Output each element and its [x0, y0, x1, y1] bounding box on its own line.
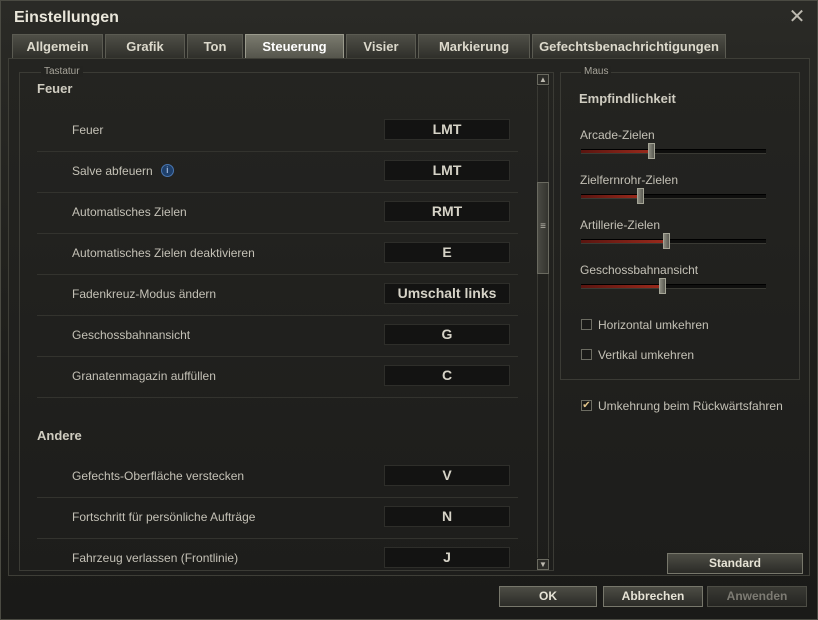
keybind-button[interactable]: V [384, 465, 510, 486]
checkbox-label: Horizontal umkehren [598, 318, 709, 332]
checkbox-label: Umkehrung beim Rückwärtsfahren [598, 399, 783, 413]
checkbox-horizontal[interactable] [581, 319, 592, 331]
keybind-row: Granatenmagazin auffüllen C [37, 358, 518, 398]
slider-trajectory[interactable] [581, 278, 766, 294]
scrollbar-track[interactable] [537, 86, 549, 558]
section-title-andere: Andere [37, 428, 82, 443]
keybind-label: Automatisches Zielen [72, 205, 187, 219]
keybind-label: Geschossbahnansicht [72, 328, 191, 342]
window-title: Einstellungen [14, 9, 119, 26]
slider-label-sniper: Zielfernrohr-Zielen [580, 173, 679, 187]
slider-fill [581, 150, 652, 153]
tab-ton[interactable]: Ton [187, 34, 243, 58]
keybind-label: Granatenmagazin auffüllen [72, 369, 216, 383]
keybind-button[interactable]: Umschalt links [384, 283, 510, 304]
close-icon[interactable]: ✕ [788, 7, 806, 27]
slider-arcade[interactable] [581, 143, 766, 159]
tab-markierung[interactable]: Markierung [418, 34, 530, 58]
mouse-legend: Maus [581, 66, 612, 77]
keybind-button[interactable]: N [384, 506, 510, 527]
slider-handle[interactable] [637, 188, 645, 204]
keybind-button[interactable]: G [384, 324, 510, 345]
checkbox-row-reverse[interactable]: ✔ Umkehrung beim Rückwärtsfahren [581, 399, 783, 413]
section-title-feuer: Feuer [37, 81, 73, 96]
keybind-label: Fahrzeug verlassen (Frontlinie) [72, 551, 239, 565]
slider-label-artillery: Artillerie-Zielen [580, 218, 661, 232]
scrollbar-thumb[interactable]: ≡ [537, 182, 549, 274]
ok-button[interactable]: OK [499, 586, 597, 607]
keybind-row: Automatisches Zielen RMT [37, 194, 518, 234]
keybind-button[interactable]: LMT [384, 119, 510, 140]
checkbox-vertical[interactable] [581, 349, 592, 361]
keybind-button[interactable]: C [384, 365, 510, 386]
keybind-row: Feuer LMT [37, 112, 518, 152]
keybind-button[interactable]: J [384, 547, 510, 568]
keybind-label: Automatisches Zielen deaktivieren [72, 246, 255, 260]
keybind-row: Automatisches Zielen deaktivieren E [37, 235, 518, 275]
slider-handle[interactable] [659, 278, 667, 294]
keybind-row: Fortschritt für persönliche Aufträge N [37, 499, 518, 539]
keybind-label: Fadenkreuz-Modus ändern [72, 287, 217, 301]
sensitivity-title: Empfindlichkeit [579, 91, 676, 106]
standard-button[interactable]: Standard [667, 553, 803, 574]
info-icon[interactable]: i [160, 164, 174, 178]
checkbox-row-vertical[interactable]: Vertikal umkehren [581, 348, 694, 362]
tab-gefechtsbenachrichtigungen[interactable]: Gefechtsbenachrichtigungen [532, 34, 726, 58]
keybind-button[interactable]: LMT [384, 160, 510, 181]
scroll-down-arrow-icon[interactable]: ▼ [537, 559, 549, 570]
tab-allgemein[interactable]: Allgemein [12, 34, 103, 58]
keybind-button[interactable]: E [384, 242, 510, 263]
keybind-label: Fortschritt für persönliche Aufträge [72, 510, 256, 524]
cancel-button[interactable]: Abbrechen [603, 586, 703, 607]
keybind-label: Gefechts-Oberfläche verstecken [72, 469, 245, 483]
tab-grafik[interactable]: Grafik [105, 34, 185, 58]
tab-visier[interactable]: Visier [346, 34, 416, 58]
keybind-button[interactable]: RMT [384, 201, 510, 222]
slider-handle[interactable] [648, 143, 656, 159]
keybind-row: Gefechts-Oberfläche verstecken V [37, 458, 518, 498]
slider-label-trajectory: Geschossbahnansicht [580, 263, 699, 277]
slider-fill [581, 195, 641, 198]
keybind-label-text: Salve abfeuern [72, 164, 153, 178]
slider-handle[interactable] [663, 233, 671, 249]
keybind-row: Fahrzeug verlassen (Frontlinie) J [37, 540, 518, 570]
checkbox-reverse[interactable]: ✔ [581, 400, 592, 412]
keybind-label: Salve abfeuern i [72, 164, 174, 178]
slider-fill [581, 285, 663, 288]
tab-steuerung[interactable]: Steuerung [245, 34, 344, 58]
slider-label-arcade: Arcade-Zielen [580, 128, 655, 142]
keybind-row: Fadenkreuz-Modus ändern Umschalt links [37, 276, 518, 316]
slider-artillery[interactable] [581, 233, 766, 249]
slider-sniper[interactable] [581, 188, 766, 204]
scroll-up-arrow-icon[interactable]: ▲ [537, 74, 549, 85]
keybind-row: Salve abfeuern i LMT [37, 153, 518, 193]
checkbox-row-horizontal[interactable]: Horizontal umkehren [581, 318, 709, 332]
keyboard-legend: Tastatur [41, 66, 83, 77]
apply-button[interactable]: Anwenden [707, 586, 807, 607]
keybind-row: Geschossbahnansicht G [37, 317, 518, 357]
checkbox-label: Vertikal umkehren [598, 348, 695, 362]
slider-fill [581, 240, 667, 243]
keybind-label: Feuer [72, 123, 104, 137]
